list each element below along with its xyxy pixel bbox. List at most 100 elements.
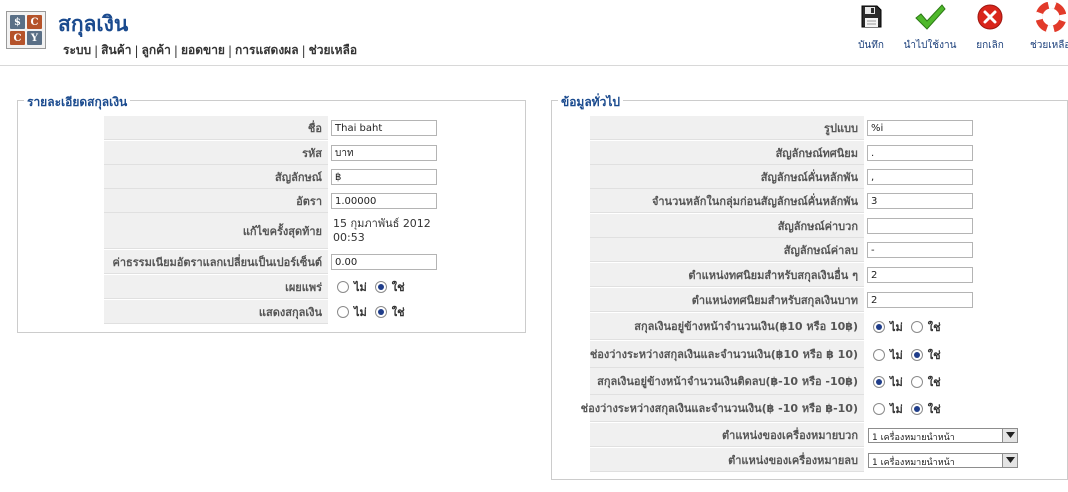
published-yes-label: ใช่ xyxy=(391,281,405,294)
negative-sign-label: สัญลักษณ์ค่าลบ xyxy=(590,238,864,262)
other-decimals-field[interactable]: 2 xyxy=(867,267,973,283)
space-between-negative-label: ช่องว่างระหว่างสกุลเงินและจำนวนเงิน(฿ -1… xyxy=(581,395,864,422)
symbol-before-negative-no-radio[interactable] xyxy=(873,375,885,388)
symbol-before-amount-yes-radio[interactable] xyxy=(910,320,923,333)
decimal-symbol-label: สัญลักษณ์ทศนิยม xyxy=(590,141,864,165)
form-row: สัญลักษณ์คั่นหลักพัน , xyxy=(552,165,1067,189)
space-between-radio-group: ไม่ ใช่ xyxy=(873,341,949,368)
symbol-before-amount-no-label: ไม่ xyxy=(890,320,903,334)
last-modified-date: 15 กุมภาพันธ์ 2012 xyxy=(333,217,431,230)
form-row: เผยแพร่ ไม่ ใช่ xyxy=(18,275,525,299)
menu-item-products[interactable]: สินค้า xyxy=(98,41,134,60)
exchange-fee-label: ค่าธรรมเนียมอัตราแลกเปลี่ยนเป็นเปอร์เซ็น… xyxy=(104,250,328,274)
form-row: อัตรา 1.00000 xyxy=(18,189,525,213)
form-row: รหัส บาท xyxy=(18,141,525,165)
form-row: ตำแหน่งของเครื่องหมายลบ 1 เครื่องหมายนำห… xyxy=(552,448,1067,472)
space-between-yes-radio[interactable] xyxy=(910,348,923,361)
negative-sign-position-label: ตำแหน่งของเครื่องหมายลบ xyxy=(590,448,864,472)
thousands-separator-field[interactable]: , xyxy=(867,169,973,185)
format-field[interactable]: %i xyxy=(867,120,973,136)
positive-sign-position-label: ตำแหน่งของเครื่องหมายบวก xyxy=(590,423,864,447)
general-info-legend: ข้อมูลทั่วไป xyxy=(558,93,623,112)
space-between-negative-yes-radio[interactable] xyxy=(910,402,923,415)
logo-letter: C xyxy=(10,31,25,45)
header: $ C C Y สกุลเงิน ระบบ | สินค้า | ลูกค้า … xyxy=(0,0,1068,66)
form-row: รูปแบบ %i xyxy=(552,116,1067,140)
page-title: สกุลเงิน xyxy=(58,12,129,36)
published-no-radio[interactable] xyxy=(337,281,349,293)
form-row: แสดงสกุลเงิน ไม่ ใช่ xyxy=(18,300,525,324)
symbol-before-negative-yes-label: ใช่ xyxy=(927,375,941,389)
form-row: สัญลักษณ์ค่าบวก xyxy=(552,214,1067,238)
grouping-label: จำนวนหลักในกลุ่มก่อนสัญลักษณ์คั่นหลักพัน xyxy=(590,189,864,213)
exchange-fee-field[interactable]: 0.00 xyxy=(331,254,437,270)
currency-logo-icon: $ C C Y xyxy=(6,11,46,49)
save-button[interactable]: บันทึก xyxy=(838,0,904,56)
last-modified-value: 15 กุมภาพันธ์ 2012 00:53 xyxy=(333,213,431,249)
name-field[interactable]: Thai baht xyxy=(331,120,437,136)
rate-label: อัตรา xyxy=(104,189,328,213)
published-no-label: ไม่ xyxy=(354,281,367,294)
form-row: ตำแหน่งทศนิยมสำหรับสกุลเงินอื่น ๆ 2 xyxy=(552,263,1067,287)
last-modified-time: 00:53 xyxy=(333,231,365,244)
rate-field[interactable]: 1.00000 xyxy=(331,193,437,209)
space-between-negative-radio-group: ไม่ ใช่ xyxy=(873,395,949,422)
help-button[interactable]: ช่วยเหลือ xyxy=(1030,0,1068,56)
display-currency-no-radio[interactable] xyxy=(337,306,349,318)
symbol-before-negative-radio-group: ไม่ ใช่ xyxy=(873,368,949,395)
decimal-symbol-field[interactable]: . xyxy=(867,145,973,161)
currency-details-legend: รายละเอียดสกุลเงิน xyxy=(24,93,131,112)
positive-sign-position-select[interactable]: 1 เครื่องหมายนำหน้า xyxy=(868,427,1018,443)
baht-decimals-field[interactable]: 2 xyxy=(867,292,973,308)
display-currency-yes-radio[interactable] xyxy=(374,306,387,318)
menu-item-system[interactable]: ระบบ xyxy=(60,41,94,60)
negative-sign-position-select[interactable]: 1 เครื่องหมายนำหน้า xyxy=(868,452,1018,468)
general-info-panel: ข้อมูลทั่วไป รูปแบบ %i สัญลักษณ์ทศนิยม .… xyxy=(551,93,1068,480)
published-label: เผยแพร่ xyxy=(104,275,328,299)
display-currency-yes-label: ใช่ xyxy=(391,306,405,319)
menu-item-display[interactable]: การแสดงผล xyxy=(232,41,302,60)
form-row: ชื่อ Thai baht xyxy=(18,116,525,140)
form-row: ตำแหน่งทศนิยมสำหรับสกุลเงินบาท 2 xyxy=(552,288,1067,312)
space-between-negative-no-radio[interactable] xyxy=(873,402,885,415)
checkmark-icon xyxy=(915,4,946,30)
form-row: ช่องว่างระหว่างสกุลเงินและจำนวนเงิน(฿ -1… xyxy=(552,395,1067,422)
symbol-before-negative-yes-radio[interactable] xyxy=(910,375,923,388)
positive-sign-position-value: 1 เครื่องหมายนำหน้า xyxy=(872,432,955,443)
last-modified-label: แก้ไขครั้งสุดท้าย xyxy=(104,213,328,249)
apply-button[interactable]: นำไปใช้งาน xyxy=(897,0,963,56)
logo-letter: C xyxy=(27,15,42,29)
published-yes-radio[interactable] xyxy=(374,281,387,293)
space-between-no-radio[interactable] xyxy=(873,348,885,361)
cancel-x-icon xyxy=(977,4,1003,30)
symbol-field[interactable]: ฿ xyxy=(331,169,437,185)
code-field[interactable]: บาท xyxy=(331,145,437,161)
menu-item-help[interactable]: ช่วยเหลือ xyxy=(306,41,361,60)
thousands-separator-label: สัญลักษณ์คั่นหลักพัน xyxy=(590,165,864,189)
menu-item-customers[interactable]: ลูกค้า xyxy=(139,41,174,60)
form-row: ค่าธรรมเนียมอัตราแลกเปลี่ยนเป็นเปอร์เซ็น… xyxy=(18,250,525,274)
form-row: ตำแหน่งของเครื่องหมายบวก 1 เครื่องหมายนำ… xyxy=(552,423,1067,447)
chevron-down-icon xyxy=(1002,428,1017,442)
symbol-before-amount-no-radio[interactable] xyxy=(873,320,885,333)
grouping-field[interactable]: 3 xyxy=(867,193,973,209)
symbol-before-amount-label: สกุลเงินอยู่ข้างหน้าจำนวนเงิน(฿10 หรือ 1… xyxy=(590,313,864,340)
negative-sign-field[interactable]: - xyxy=(867,242,973,258)
form-row: สกุลเงินอยู่ข้างหน้าจำนวนเงิน(฿10 หรือ 1… xyxy=(552,313,1067,340)
menu-item-sales[interactable]: ยอดขาย xyxy=(178,41,228,60)
space-between-negative-yes-label: ใช่ xyxy=(927,402,941,416)
cancel-button[interactable]: ยกเลิก xyxy=(957,0,1023,56)
symbol-before-negative-no-label: ไม่ xyxy=(890,375,903,389)
symbol-before-negative-label: สกุลเงินอยู่ข้างหน้าจำนวนเงินติดลบ(฿-10 … xyxy=(590,368,864,395)
display-currency-no-label: ไม่ xyxy=(354,306,367,319)
form-row: สัญลักษณ์ ฿ xyxy=(18,165,525,189)
form-row: จำนวนหลักในกลุ่มก่อนสัญลักษณ์คั่นหลักพัน… xyxy=(552,189,1067,213)
save-disk-icon xyxy=(861,5,882,28)
currency-details-panel: รายละเอียดสกุลเงิน ชื่อ Thai baht รหัส บ… xyxy=(17,93,526,333)
baht-decimals-label: ตำแหน่งทศนิยมสำหรับสกุลเงินบาท xyxy=(590,288,864,312)
name-label: ชื่อ xyxy=(104,116,328,140)
form-row: ช่องว่างระหว่างสกุลเงินและจำนวนเงิน(฿10 … xyxy=(552,341,1067,368)
symbol-before-amount-yes-label: ใช่ xyxy=(927,320,941,334)
form-row: สัญลักษณ์ทศนิยม . xyxy=(552,141,1067,165)
positive-sign-field[interactable] xyxy=(867,218,973,234)
